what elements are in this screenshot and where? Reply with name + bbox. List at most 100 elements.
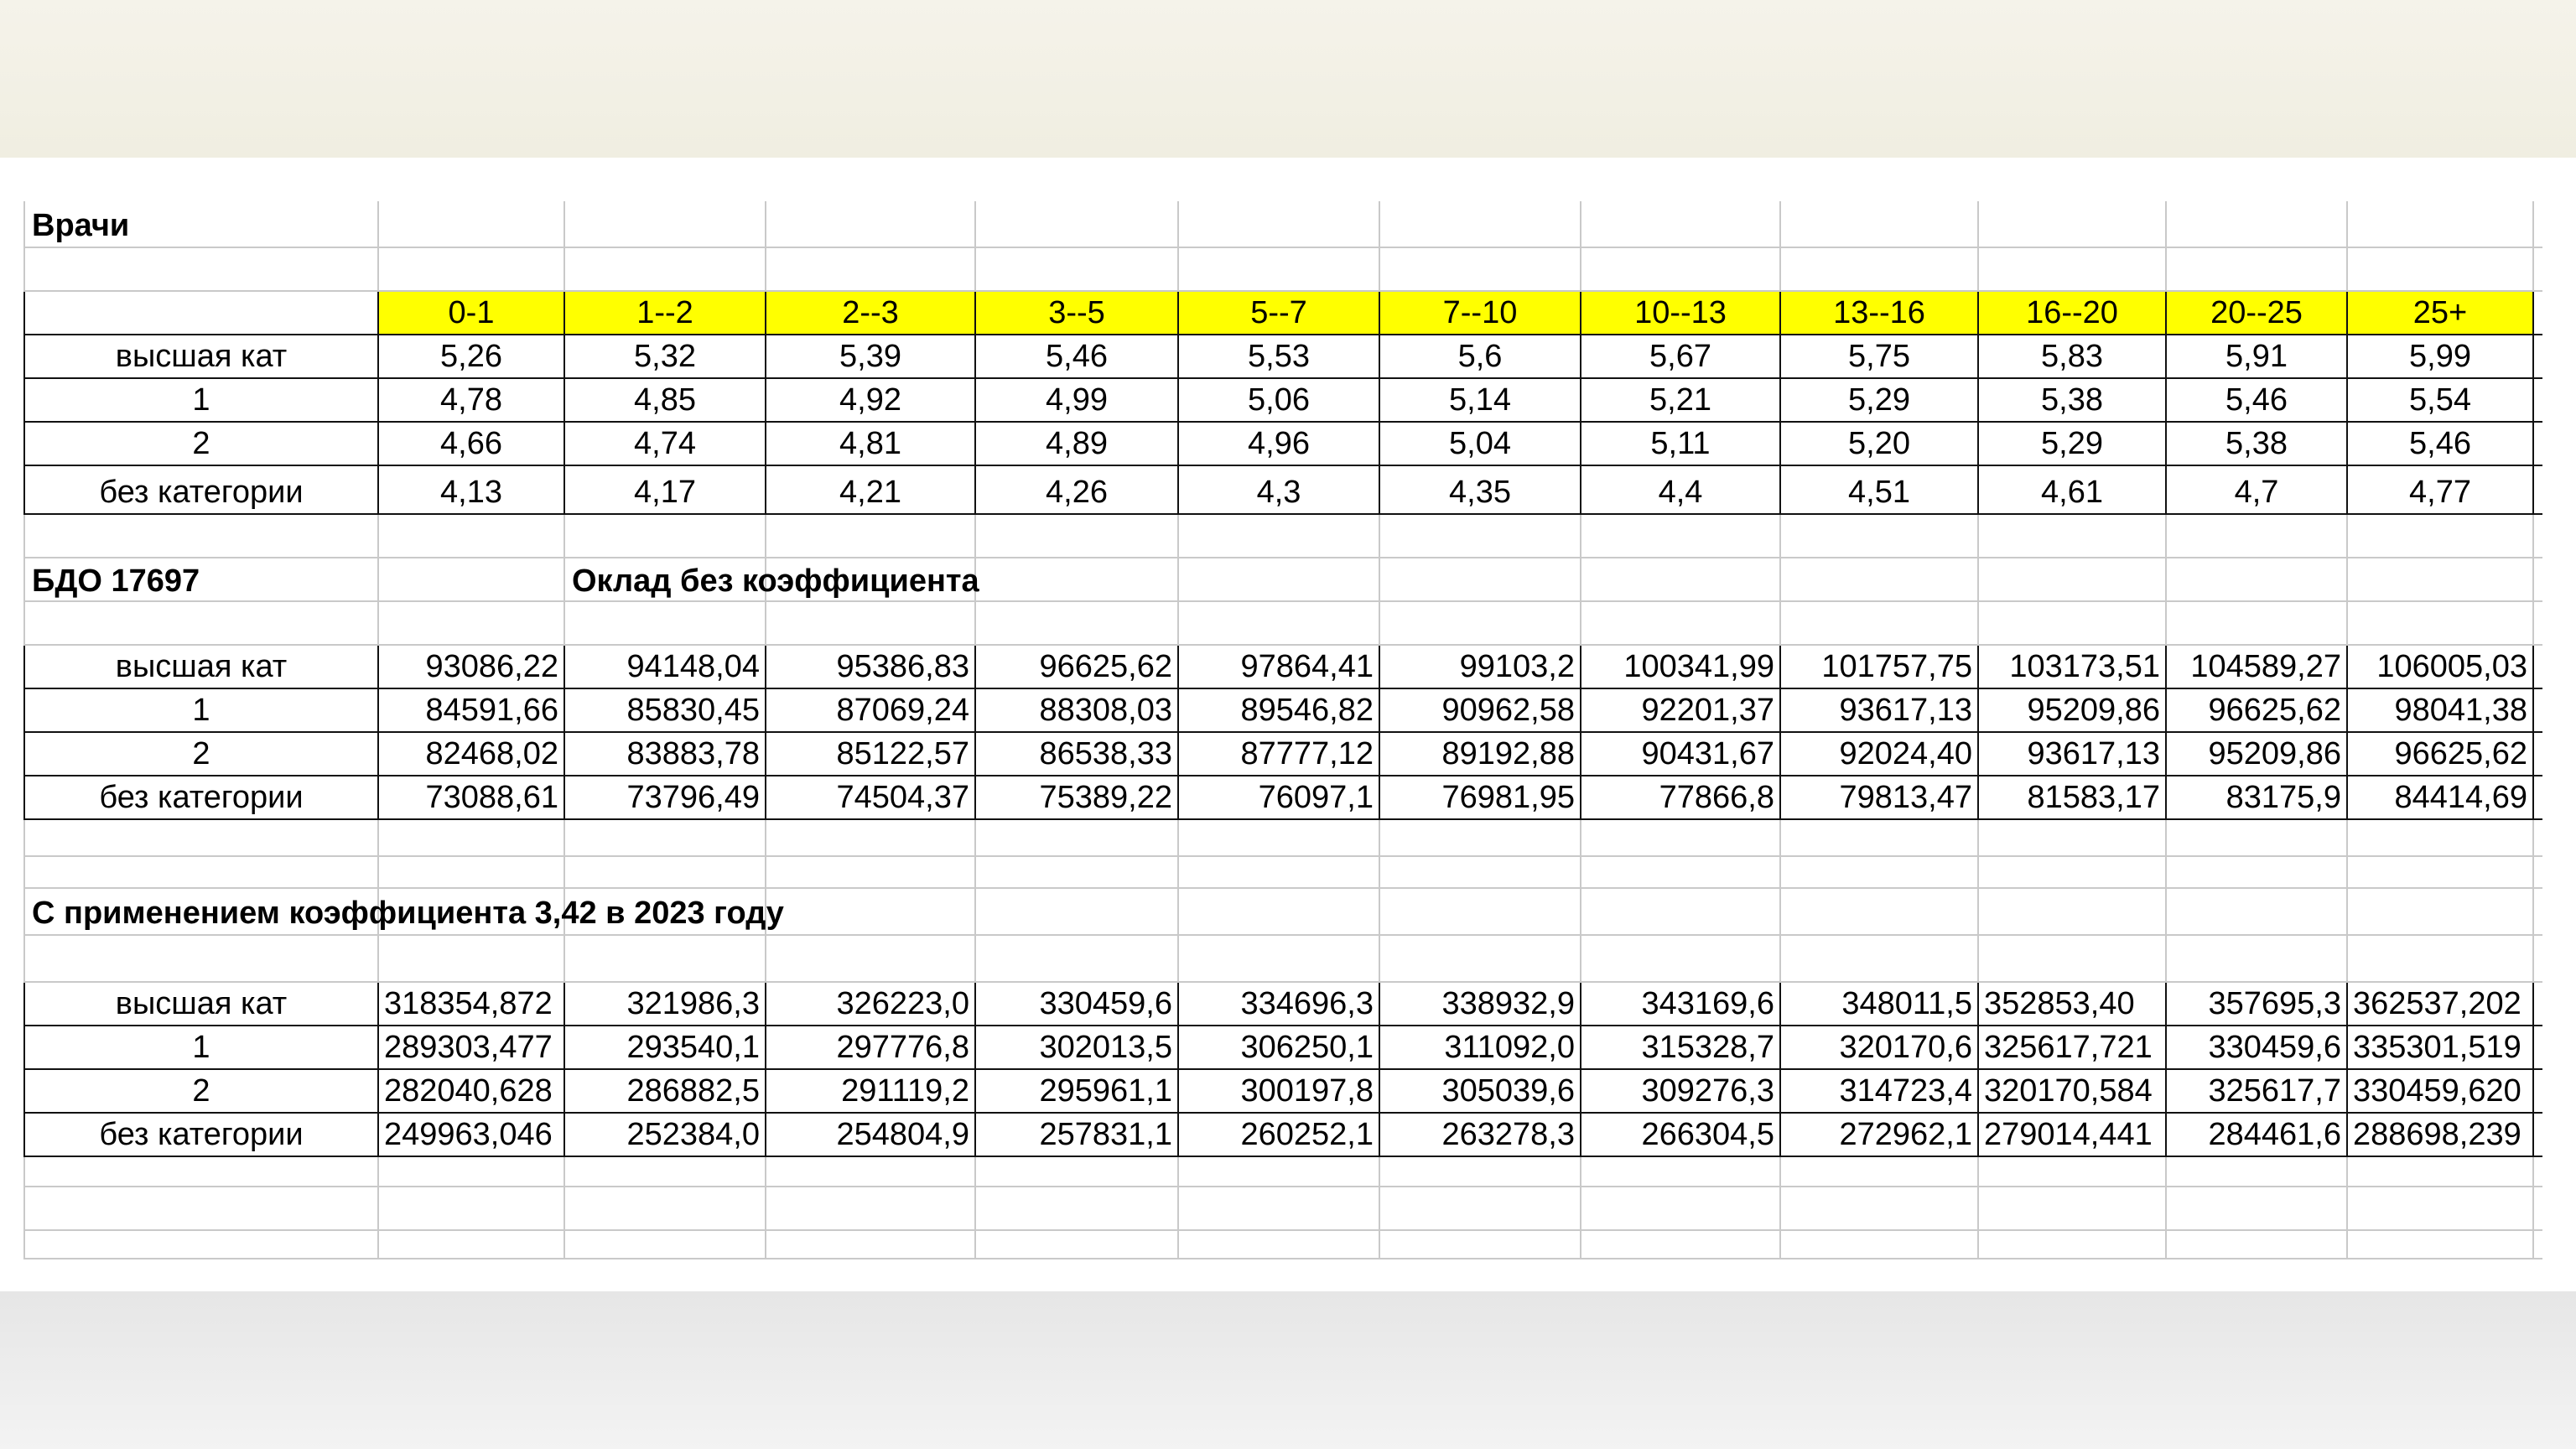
value-cell[interactable]: 5,54: [2348, 379, 2534, 421]
header-cell[interactable]: 0-1: [379, 292, 565, 334]
value-cell[interactable]: 76981,95: [1380, 776, 1581, 818]
empty-cell[interactable]: [1781, 558, 1979, 600]
empty-cell[interactable]: [1581, 515, 1781, 557]
value-cell[interactable]: 5,29: [1979, 423, 2167, 465]
value-cell[interactable]: 4,3: [1179, 466, 1380, 513]
empty-cell[interactable]: [766, 889, 976, 934]
value-cell[interactable]: 74504,37: [766, 776, 976, 818]
row-label[interactable]: 1: [23, 1026, 379, 1068]
empty-cell[interactable]: [1781, 889, 1979, 934]
value-cell[interactable]: 5,38: [1979, 379, 2167, 421]
header-cell[interactable]: 1--2: [565, 292, 766, 334]
empty-cell[interactable]: [976, 936, 1179, 981]
value-cell[interactable]: 89546,82: [1179, 689, 1380, 731]
value-cell[interactable]: 4,89: [976, 423, 1179, 465]
value-cell[interactable]: 5,39: [766, 335, 976, 377]
empty-cell[interactable]: [976, 515, 1179, 557]
row-label[interactable]: высшая кат: [23, 646, 379, 688]
empty-cell[interactable]: [379, 1187, 565, 1229]
value-cell[interactable]: 320170,6: [1781, 1026, 1979, 1068]
value-cell[interactable]: 96625,62: [2167, 689, 2348, 731]
empty-cell[interactable]: [766, 248, 976, 290]
empty-cell[interactable]: [565, 248, 766, 290]
value-cell[interactable]: 5,67: [1581, 335, 1781, 377]
value-cell[interactable]: 4,78: [379, 379, 565, 421]
value-cell[interactable]: 94148,04: [565, 646, 766, 688]
empty-cell[interactable]: [1781, 1187, 1979, 1229]
empty-cell[interactable]: [565, 820, 766, 855]
value-cell[interactable]: 83175,9: [2167, 776, 2348, 818]
value-cell[interactable]: 286882,5: [565, 1070, 766, 1112]
empty-cell[interactable]: [1380, 515, 1581, 557]
row-label[interactable]: 2: [23, 1070, 379, 1112]
empty-cell[interactable]: [1179, 602, 1380, 644]
empty-cell[interactable]: [23, 936, 379, 981]
empty-cell[interactable]: [976, 1157, 1179, 1186]
value-cell[interactable]: 5,91: [2167, 335, 2348, 377]
empty-cell[interactable]: [379, 1231, 565, 1258]
value-cell[interactable]: 5,46: [2348, 423, 2534, 465]
header-cell[interactable]: 7--10: [1380, 292, 1581, 334]
empty-cell[interactable]: [1979, 936, 2167, 981]
value-cell[interactable]: 4,26: [976, 466, 1179, 513]
value-cell[interactable]: 97864,41: [1179, 646, 1380, 688]
value-cell[interactable]: 73088,61: [379, 776, 565, 818]
empty-cell[interactable]: [23, 857, 379, 887]
value-cell[interactable]: 326223,0: [766, 983, 976, 1025]
value-cell[interactable]: 249963,046: [379, 1114, 565, 1156]
empty-cell[interactable]: [1581, 248, 1781, 290]
value-cell[interactable]: 5,6: [1380, 335, 1581, 377]
value-cell[interactable]: 252384,0: [565, 1114, 766, 1156]
empty-cell[interactable]: [2348, 936, 2534, 981]
value-cell[interactable]: 5,32: [565, 335, 766, 377]
value-cell[interactable]: 4,99: [976, 379, 1179, 421]
value-cell[interactable]: 76097,1: [1179, 776, 1380, 818]
value-cell[interactable]: 5,46: [2167, 379, 2348, 421]
header-cell[interactable]: 5--7: [1179, 292, 1380, 334]
value-cell[interactable]: 325617,7: [2167, 1070, 2348, 1112]
empty-cell[interactable]: [379, 558, 565, 600]
empty-cell[interactable]: [766, 820, 976, 855]
empty-cell[interactable]: [1581, 857, 1781, 887]
empty-cell[interactable]: [2167, 248, 2348, 290]
row-label[interactable]: без категории: [23, 1114, 379, 1156]
empty-cell[interactable]: [565, 515, 766, 557]
empty-cell[interactable]: [2167, 857, 2348, 887]
value-cell[interactable]: 263278,3: [1380, 1114, 1581, 1156]
value-cell[interactable]: 92024,40: [1781, 733, 1979, 775]
value-cell[interactable]: 4,66: [379, 423, 565, 465]
value-cell[interactable]: 309276,3: [1581, 1070, 1781, 1112]
empty-cell[interactable]: [1781, 201, 1979, 247]
header-cell[interactable]: 2--3: [766, 292, 976, 334]
value-cell[interactable]: 5,46: [976, 335, 1179, 377]
empty-cell[interactable]: [379, 248, 565, 290]
empty-cell[interactable]: [976, 558, 1179, 600]
value-cell[interactable]: 257831,1: [976, 1114, 1179, 1156]
empty-cell[interactable]: [976, 1187, 1179, 1229]
empty-cell[interactable]: [2348, 1187, 2534, 1229]
empty-cell[interactable]: [766, 201, 976, 247]
value-cell[interactable]: 75389,22: [976, 776, 1179, 818]
empty-cell[interactable]: [2348, 1231, 2534, 1258]
empty-cell[interactable]: [2348, 857, 2534, 887]
row-label[interactable]: высшая кат: [23, 335, 379, 377]
value-cell[interactable]: 82468,02: [379, 733, 565, 775]
empty-cell[interactable]: [766, 1187, 976, 1229]
empty-cell[interactable]: [2348, 248, 2534, 290]
empty-cell[interactable]: [1380, 820, 1581, 855]
empty-cell[interactable]: [1581, 1157, 1781, 1186]
value-cell[interactable]: 5,38: [2167, 423, 2348, 465]
empty-cell[interactable]: [1380, 889, 1581, 934]
empty-cell[interactable]: [565, 936, 766, 981]
empty-cell[interactable]: [2167, 1231, 2348, 1258]
empty-cell[interactable]: [1979, 1231, 2167, 1258]
empty-cell[interactable]: [2348, 515, 2534, 557]
value-cell[interactable]: 300197,8: [1179, 1070, 1380, 1112]
empty-cell[interactable]: [976, 889, 1179, 934]
value-cell[interactable]: 95209,86: [2167, 733, 2348, 775]
value-cell[interactable]: 87777,12: [1179, 733, 1380, 775]
value-cell[interactable]: 330459,6: [976, 983, 1179, 1025]
empty-cell[interactable]: [1979, 889, 2167, 934]
empty-cell[interactable]: [1380, 558, 1581, 600]
value-cell[interactable]: 90962,58: [1380, 689, 1581, 731]
